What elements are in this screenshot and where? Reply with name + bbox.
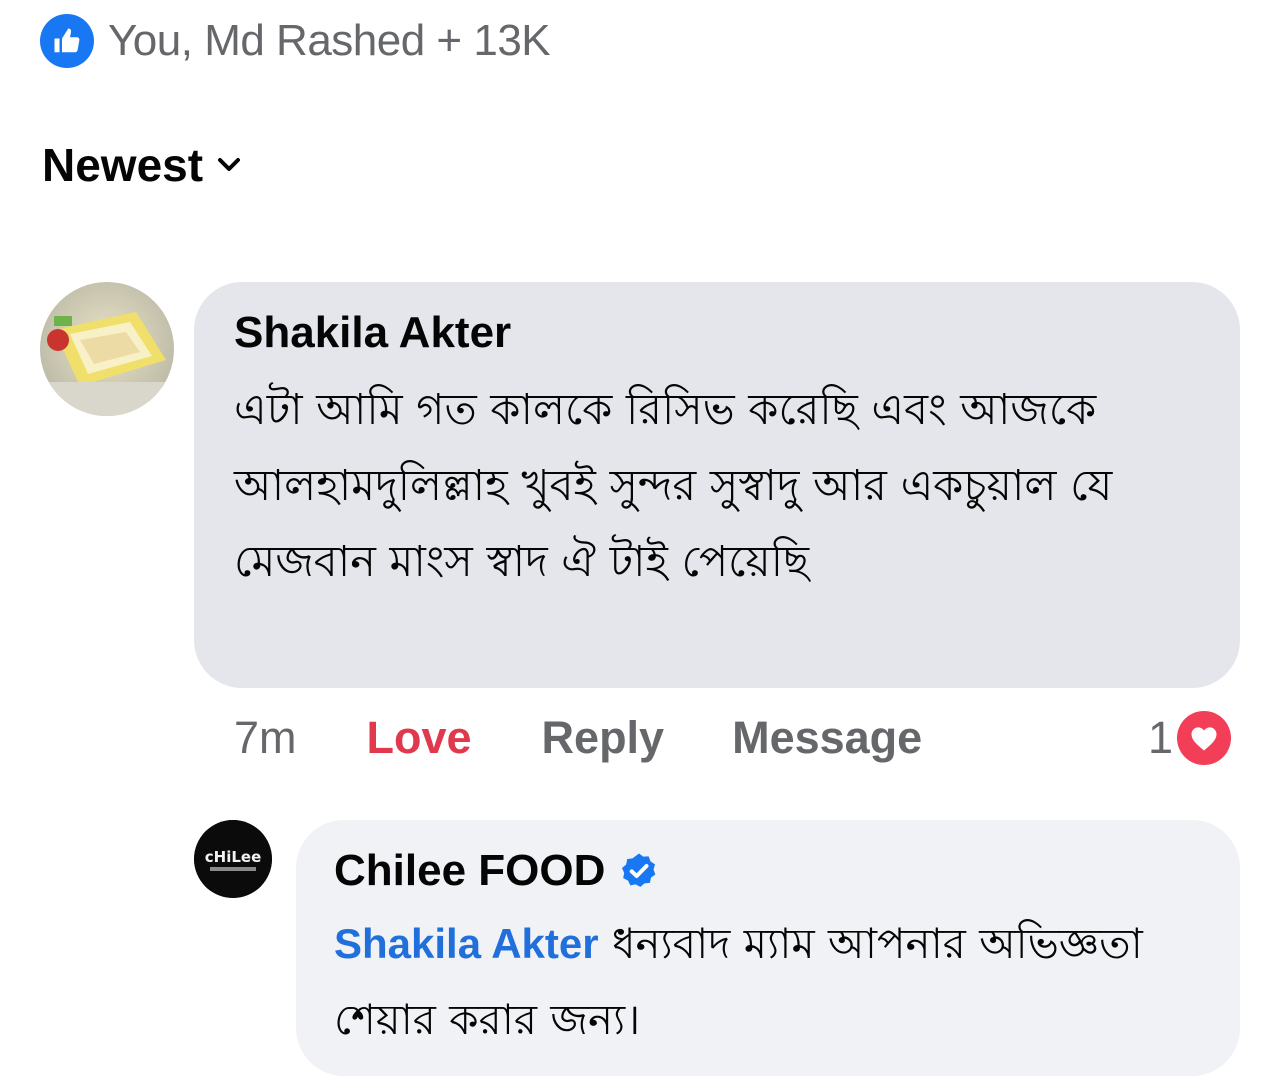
sort-label: Newest [42,139,204,191]
heart-icon [1177,711,1232,765]
reply-author-row: Chilee FOOD [334,842,1204,900]
love-button[interactable]: Love [367,712,472,764]
reaction-count-text: 1 [1148,712,1174,763]
message-button[interactable]: Message [732,712,922,764]
sort-dropdown[interactable]: Newest [42,138,241,192]
mention-link[interactable]: Shakila Akter [334,920,599,967]
reply-author[interactable]: Chilee FOOD [334,842,605,900]
comment-actions: 7m Love Reply Message [234,708,922,768]
reactions-summary[interactable]: You, Md Rashed + 13K [40,14,551,68]
comment-text: এটা আমি গত কালকে রিসিভ করেছি এবং আজকে আল… [234,385,1113,587]
reactions-summary-text: You, Md Rashed + 13K [108,16,551,65]
reply-bubble: Chilee FOOD Shakila Akter ধন্যবাদ ম্যাম … [296,820,1240,1076]
comments-section: You, Md Rashed + 13K Newest Shakila Akte… [0,0,1280,1084]
reply-button[interactable]: Reply [542,712,665,764]
chevron-down-icon [217,157,241,173]
avatar[interactable] [40,282,174,416]
page-avatar[interactable]: cHiLee [194,820,272,898]
comment-bubble: Shakila Akter এটা আমি গত কালকে রিসিভ করে… [194,282,1240,688]
comment-reaction-count[interactable]: 1 [1148,708,1232,768]
logo-text: cHiLee [205,848,262,866]
reply-text-block: Shakila Akter ধন্যবাদ ম্যাম আপনার অভিজ্ঞ… [334,906,1194,1058]
verified-badge-icon [619,851,659,891]
comment-author[interactable]: Shakila Akter [234,304,1200,362]
like-icon [40,14,94,68]
comment-timestamp[interactable]: 7m [234,712,297,764]
